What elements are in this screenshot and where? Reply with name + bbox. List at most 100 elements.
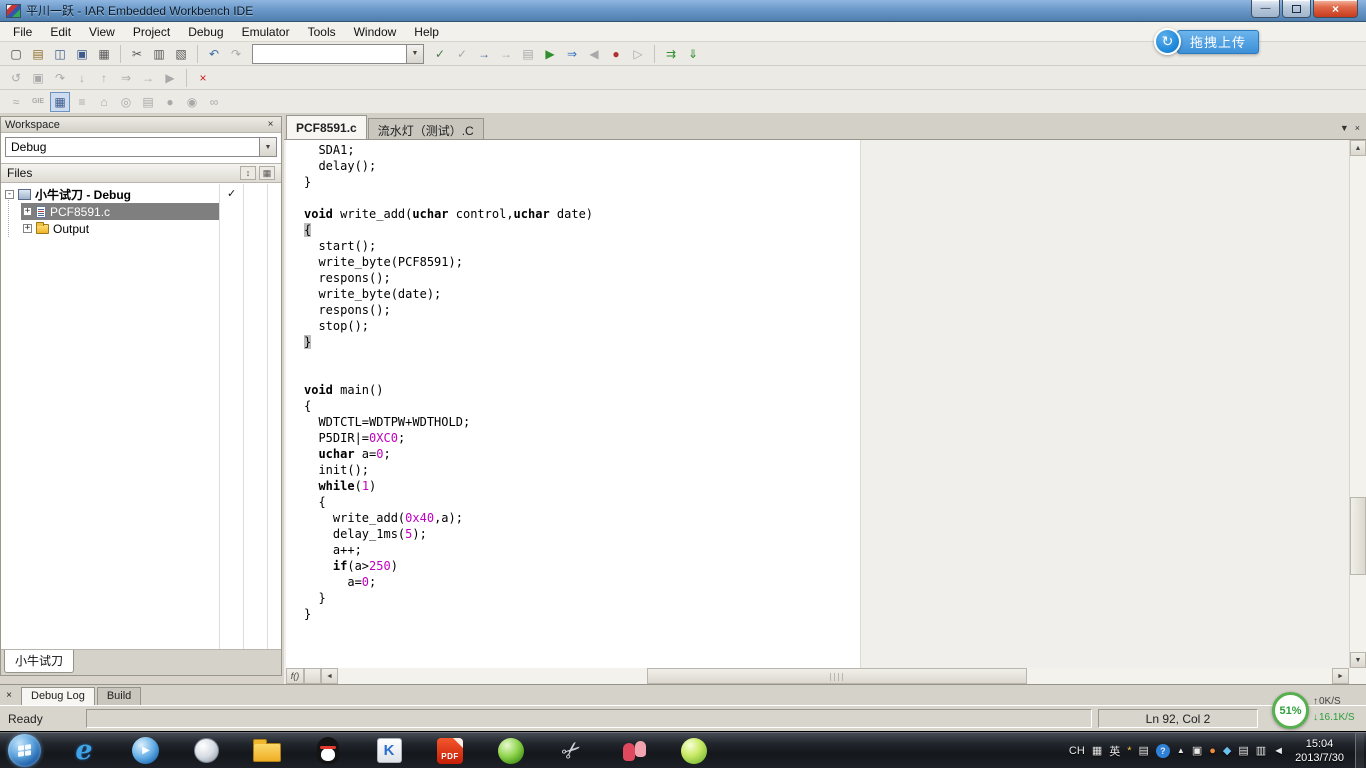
- hidden-icons-button[interactable]: ▲: [1177, 746, 1185, 755]
- new-document-icon[interactable]: ▢: [6, 44, 26, 64]
- tree-output-row[interactable]: + Output: [21, 220, 219, 237]
- tree-file-row-selected[interactable]: + PCF8591.c: [21, 203, 219, 220]
- menu-item-view[interactable]: View: [80, 23, 124, 41]
- save-all-icon[interactable]: ▣: [72, 44, 92, 64]
- drag-upload-button[interactable]: 拖拽上传: [1177, 29, 1260, 54]
- scroll-up-icon[interactable]: ▲: [1350, 140, 1366, 156]
- calendar-tray-icon[interactable]: ▤: [1238, 744, 1248, 757]
- horizontal-scroll-thumb[interactable]: [647, 668, 1027, 684]
- browse-icon[interactable]: →: [496, 44, 516, 64]
- restore-button[interactable]: [1282, 0, 1311, 18]
- quick-search-combobox[interactable]: ▼: [252, 43, 424, 64]
- ime-tool-icon[interactable]: ▤: [1139, 744, 1149, 757]
- ime-keyboard-icon[interactable]: ▦: [1092, 744, 1102, 757]
- security-tray-icon[interactable]: ◆: [1223, 744, 1231, 757]
- menu-item-help[interactable]: Help: [405, 23, 448, 41]
- cycle-counter-icon[interactable]: ▤: [138, 92, 158, 112]
- editor-tab-0[interactable]: PCF8591.c: [286, 115, 367, 139]
- minimize-button[interactable]: —: [1251, 0, 1280, 18]
- breakpoint-usage-icon[interactable]: ◎: [116, 92, 136, 112]
- volume-tray-icon[interactable]: ◄: [1273, 745, 1284, 757]
- expand-icon[interactable]: +: [23, 207, 32, 216]
- function-list-button[interactable]: f(): [286, 668, 304, 684]
- register-window-icon[interactable]: ▦: [50, 91, 70, 112]
- go-icon[interactable]: ▶: [160, 68, 180, 88]
- configuration-dropdown-icon[interactable]: ▼: [259, 138, 276, 156]
- workspace-project-tab[interactable]: 小牛试刀: [4, 650, 75, 673]
- vertical-scrollbar[interactable]: ▲ ▼: [1349, 140, 1366, 668]
- redo-icon[interactable]: ↷: [226, 44, 246, 64]
- show-desktop-button[interactable]: [1355, 732, 1364, 768]
- taskbar-clock[interactable]: 15:04 2013/7/30: [1295, 737, 1344, 765]
- explorer-icon[interactable]: [241, 734, 293, 767]
- macro-icon[interactable]: ≈: [6, 92, 26, 112]
- cut-icon[interactable]: ✂: [127, 44, 147, 64]
- expand-icon[interactable]: +: [23, 224, 32, 233]
- code-editor[interactable]: SDA1; delay();} void write_add(uchar con…: [286, 140, 860, 668]
- ime-lang-indicator[interactable]: 英: [1109, 743, 1120, 759]
- horizontal-scrollbar[interactable]: f() ◄ ►: [286, 668, 1349, 684]
- files-column-header[interactable]: Files ↕ ▦: [1, 163, 281, 183]
- menu-item-debug[interactable]: Debug: [179, 23, 232, 41]
- step-over-icon[interactable]: ↷: [50, 68, 70, 88]
- find-next-icon[interactable]: ✓: [452, 44, 472, 64]
- ie-icon[interactable]: e: [58, 734, 110, 767]
- memory-window-icon[interactable]: ≡: [72, 92, 92, 112]
- copy-icon[interactable]: ▥: [149, 44, 169, 64]
- save-icon[interactable]: ◫: [50, 44, 70, 64]
- tab-list-dropdown-icon[interactable]: ▼: [1340, 123, 1349, 133]
- pdf-icon[interactable]: PDF: [424, 734, 476, 767]
- menu-item-edit[interactable]: Edit: [41, 23, 80, 41]
- led-icon[interactable]: ●: [160, 92, 180, 112]
- bookmark-margin-button[interactable]: [304, 668, 321, 684]
- output-close-icon[interactable]: ×: [3, 690, 15, 701]
- menu-item-window[interactable]: Window: [345, 23, 406, 41]
- download-and-debug-icon[interactable]: ⇓: [683, 44, 703, 64]
- probe-icon[interactable]: ∞: [204, 92, 224, 112]
- goto-icon[interactable]: →: [474, 44, 494, 64]
- vertical-scroll-thumb[interactable]: [1350, 497, 1366, 575]
- tree-project-row[interactable]: - 小牛试刀 - Debug: [3, 186, 219, 203]
- editor-close-icon[interactable]: ×: [1355, 123, 1360, 133]
- bookmark-icon[interactable]: ▤: [518, 44, 538, 64]
- paste-icon[interactable]: ▧: [171, 44, 191, 64]
- editor-tab-1[interactable]: 流水灯（测试）.C: [367, 118, 484, 139]
- collapse-icon[interactable]: -: [5, 190, 14, 199]
- gie-icon[interactable]: GIE: [28, 92, 48, 112]
- debug-without-downloading-icon[interactable]: ▷: [628, 44, 648, 64]
- security-ball-icon[interactable]: [485, 734, 537, 767]
- scroll-left-icon[interactable]: ◄: [321, 668, 338, 684]
- menu-item-tools[interactable]: Tools: [299, 23, 345, 41]
- next-statement-icon[interactable]: ⇒: [116, 68, 136, 88]
- search-tool-icon[interactable]: [180, 734, 232, 767]
- scroll-down-icon[interactable]: ▼: [1350, 652, 1366, 668]
- power-log-icon[interactable]: ◉: [182, 92, 202, 112]
- columns-icon[interactable]: ▦: [259, 166, 275, 180]
- stop-debugging-icon[interactable]: ×: [193, 68, 213, 88]
- scissors-tool-icon[interactable]: ✂: [546, 734, 598, 767]
- upload-logo-icon[interactable]: ↻: [1154, 28, 1181, 55]
- contacts-icon[interactable]: [607, 734, 659, 767]
- lang-indicator[interactable]: CH: [1069, 745, 1085, 757]
- display-tray-icon[interactable]: ▥: [1256, 744, 1266, 757]
- ime-skin-icon[interactable]: *: [1127, 745, 1131, 757]
- media-player-icon[interactable]: ▶: [119, 734, 171, 767]
- break-icon[interactable]: ▣: [28, 68, 48, 88]
- help-tray-icon[interactable]: ?: [1155, 743, 1170, 758]
- stack-window-icon[interactable]: ⌂: [94, 92, 114, 112]
- filter-icon[interactable]: ↕: [240, 166, 256, 180]
- make-icon[interactable]: ⇒: [562, 44, 582, 64]
- step-out-icon[interactable]: ↑: [94, 68, 114, 88]
- wangwang-tray-icon[interactable]: ●: [1209, 745, 1216, 757]
- step-into-icon[interactable]: ↓: [72, 68, 92, 88]
- close-button[interactable]: ×: [1313, 0, 1358, 18]
- undo-icon[interactable]: ↶: [204, 44, 224, 64]
- stop-build-icon[interactable]: ◀: [584, 44, 604, 64]
- make-project-icon[interactable]: ⇉: [661, 44, 681, 64]
- lime-ball-icon[interactable]: [668, 734, 720, 767]
- run-to-cursor-icon[interactable]: →: [138, 68, 158, 88]
- net-monitor-circle[interactable]: 51%: [1272, 692, 1309, 729]
- qq-icon[interactable]: [302, 734, 354, 767]
- workspace-close-icon[interactable]: ×: [264, 119, 277, 130]
- find-icon[interactable]: ✓: [430, 44, 450, 64]
